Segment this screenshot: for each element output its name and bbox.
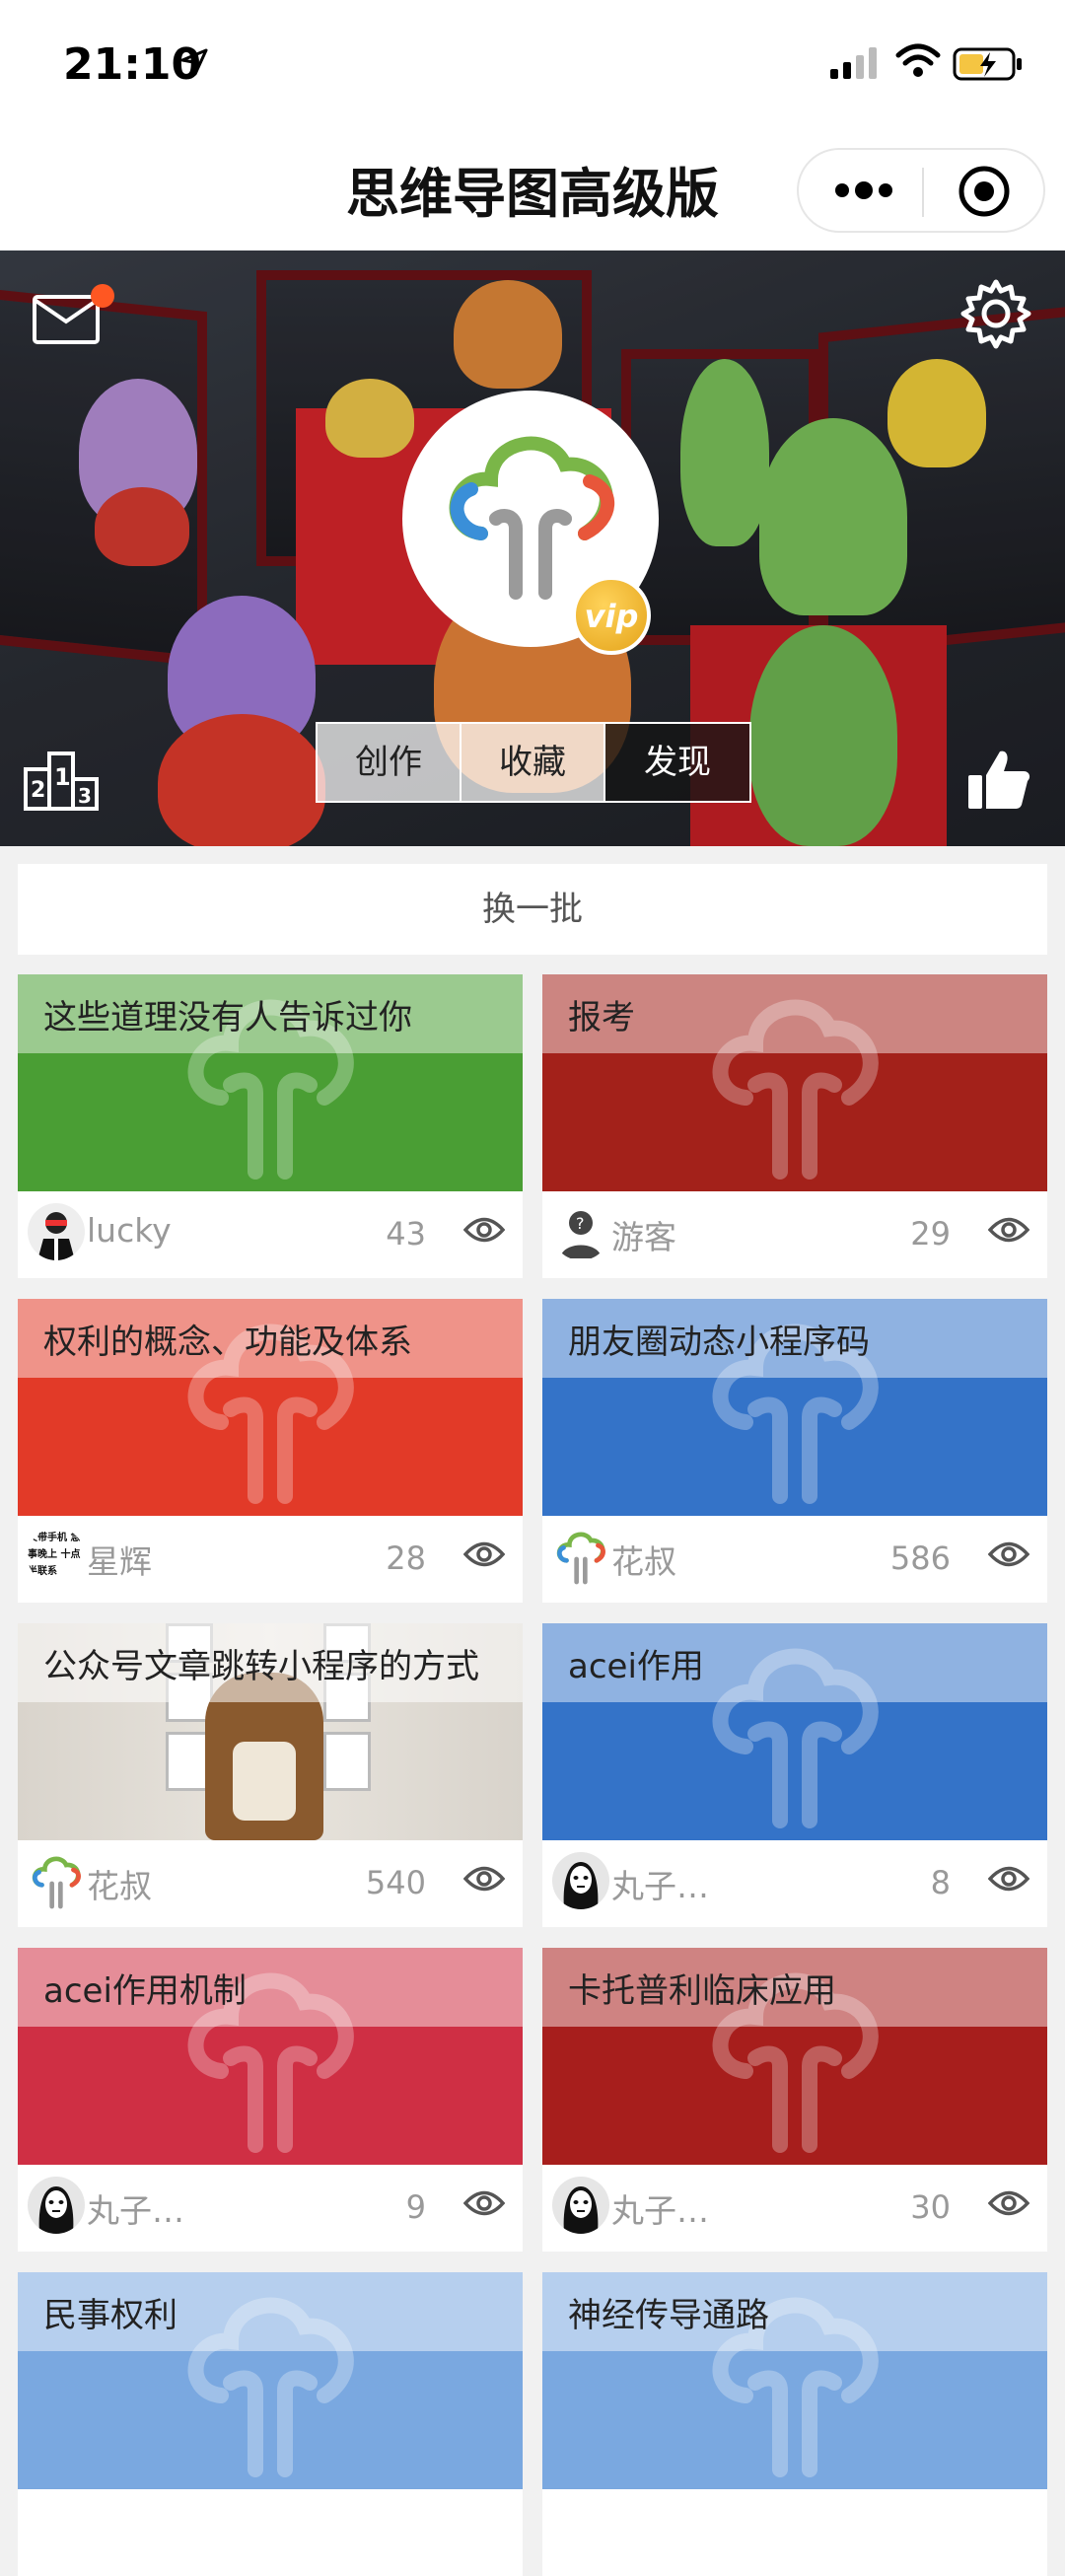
cellular-signal-icon [830, 47, 877, 79]
mindmap-card[interactable]: 权利的概念、功能及体系文带手机 急事晚上 十点半联系 星辉 28 [18, 1299, 523, 1603]
card-author: lucky [87, 1211, 172, 1250]
thumbs-up-icon[interactable] [966, 748, 1031, 813]
svg-text:2: 2 [31, 778, 45, 803]
author-avatar [28, 2177, 85, 2234]
views-eye-icon [988, 1541, 1030, 1567]
status-bar: 21:10 [0, 0, 1065, 128]
card-author: 星辉 [87, 1542, 152, 1581]
mindmap-card[interactable]: 卡托普利临床应用丸子… 30 [542, 1948, 1047, 2252]
card-title: 民事权利 [43, 2296, 178, 2335]
card-title: 权利的概念、功能及体系 [43, 1323, 412, 1362]
author-avatar [28, 1852, 85, 1909]
card-view-count: 8 [930, 1864, 951, 1901]
card-footer [18, 2489, 523, 2576]
card-footer [542, 2489, 1047, 2576]
card-footer: 丸子… 30 [542, 2165, 1047, 2252]
card-view-count: 540 [365, 1864, 426, 1901]
card-view-count: 28 [386, 1539, 426, 1577]
views-eye-icon [988, 1217, 1030, 1243]
author-avatar: ? [552, 1203, 609, 1260]
miniprogram-capsule [797, 148, 1045, 233]
views-eye-icon [463, 1866, 505, 1892]
navigation-bar: 思维导图高级版 [0, 128, 1065, 250]
message-envelope-icon[interactable] [32, 294, 101, 345]
views-eye-icon [463, 2190, 505, 2216]
location-arrow-icon [180, 48, 208, 76]
card-title: acei作用机制 [43, 1971, 247, 2011]
battery-charging-icon [953, 47, 1022, 81]
card-title: 神经传导通路 [568, 2296, 769, 2335]
mindmap-card[interactable]: acei作用机制丸子… 9 [18, 1948, 523, 2252]
author-avatar [552, 1528, 609, 1585]
author-avatar [552, 1852, 609, 1909]
card-title: 朋友圈动态小程序码 [568, 1323, 870, 1362]
author-avatar [28, 1203, 85, 1260]
card-author: 丸子… [611, 2191, 709, 2230]
mindmap-card[interactable]: 神经传导通路 [542, 2272, 1047, 2576]
tab-create[interactable]: 创作 [318, 724, 462, 801]
card-footer: 花叔 586 [542, 1516, 1047, 1603]
close-miniprogram-icon[interactable] [957, 164, 1012, 219]
card-title: 公众号文章跳转小程序的方式 [43, 1647, 479, 1686]
profile-banner: vip 创作 收藏 发现 1 2 3 [0, 250, 1065, 846]
wifi-icon [895, 43, 941, 77]
card-footer: 文带手机 急事晚上 十点半联系 星辉 28 [18, 1516, 523, 1603]
watermark-logo-icon [187, 2297, 354, 2477]
watermark-logo-icon [712, 1648, 879, 1828]
author-avatar [552, 2177, 609, 2234]
card-view-count: 43 [386, 1215, 426, 1252]
card-author: 游客 [611, 1218, 676, 1256]
mindmap-card[interactable]: 报考? 游客 29 [542, 974, 1047, 1278]
views-eye-icon [463, 1217, 505, 1243]
card-footer: 丸子… 9 [18, 2165, 523, 2252]
svg-text:3: 3 [78, 784, 92, 808]
leaderboard-icon[interactable]: 1 2 3 [24, 748, 99, 813]
mindmap-card[interactable]: 民事权利 [18, 2272, 523, 2576]
capsule-divider [922, 168, 924, 217]
refresh-batch-button[interactable]: 换一批 [18, 864, 1047, 955]
mindmap-card[interactable]: 这些道理没有人告诉过你 lucky 43 [18, 974, 523, 1278]
svg-text:1: 1 [54, 763, 71, 791]
card-view-count: 9 [405, 2188, 426, 2226]
card-author: 花叔 [611, 1542, 676, 1581]
card-footer: ? 游客 29 [542, 1191, 1047, 1278]
vip-badge: vip [572, 576, 651, 655]
card-author: 丸子… [87, 2191, 184, 2230]
card-footer: 丸子… 8 [542, 1840, 1047, 1927]
tab-favorites[interactable]: 收藏 [462, 724, 605, 801]
segment-control: 创作 收藏 发现 [316, 722, 751, 803]
avatar-text: 文带手机 急事晚上 十点半联系 [28, 1533, 81, 1577]
card-view-count: 30 [910, 2188, 951, 2226]
views-eye-icon [463, 1541, 505, 1567]
card-footer: 花叔 540 [18, 1840, 523, 1927]
card-footer: lucky 43 [18, 1191, 523, 1278]
card-view-count: 586 [889, 1539, 951, 1577]
mindmap-card[interactable]: 公众号文章跳转小程序的方式花叔 540 [18, 1623, 523, 1927]
author-avatar: 文带手机 急事晚上 十点半联系 [28, 1528, 85, 1585]
more-options-icon[interactable] [834, 179, 893, 201]
card-title: 这些道理没有人告诉过你 [43, 998, 412, 1038]
mindmap-card[interactable]: acei作用丸子… 8 [542, 1623, 1047, 1927]
card-title: 报考 [568, 998, 635, 1038]
vip-label: vip [584, 598, 639, 635]
card-author: 丸子… [611, 1867, 709, 1905]
svg-text:?: ? [576, 1214, 585, 1233]
card-title: acei作用 [568, 1647, 704, 1686]
tab-discover[interactable]: 发现 [605, 724, 749, 801]
mindmap-card[interactable]: 朋友圈动态小程序码花叔 586 [542, 1299, 1047, 1603]
views-eye-icon [988, 1866, 1030, 1892]
views-eye-icon [988, 2190, 1030, 2216]
card-author: 花叔 [87, 1867, 152, 1905]
unread-dot [91, 284, 114, 308]
card-title: 卡托普利临床应用 [568, 1971, 836, 2011]
watermark-logo-icon [712, 999, 879, 1180]
settings-gear-icon[interactable] [958, 276, 1033, 351]
card-view-count: 29 [910, 1215, 951, 1252]
